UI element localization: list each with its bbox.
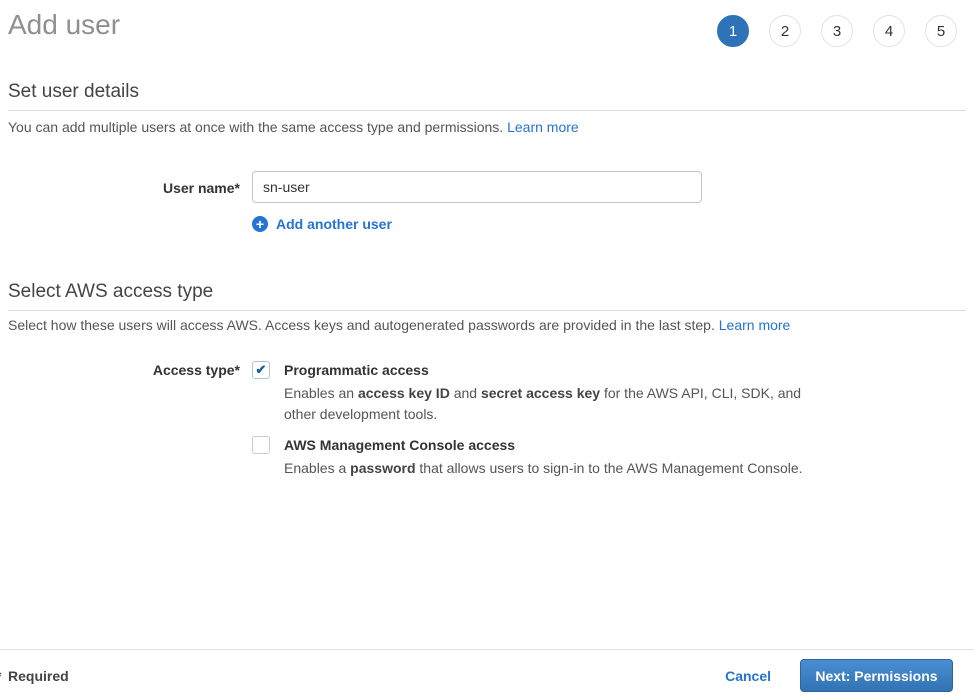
username-label: User name* [8, 180, 240, 196]
checkmark-icon: ✔ [256, 362, 267, 378]
checkbox-programmatic-access[interactable]: ✔ [252, 361, 270, 379]
step-circle-2: 2 [769, 15, 801, 47]
desc-text: that allows users to sign-in to the AWS … [416, 460, 803, 476]
add-another-user-label: Add another user [276, 216, 392, 232]
page-title: Add user [8, 9, 120, 41]
option-desc-programmatic-access: Enables an access key ID and secret acce… [284, 383, 814, 425]
required-note: Required [8, 668, 69, 684]
wizard-step-indicator: 1 2 3 4 5 [717, 15, 957, 47]
footer-divider [0, 649, 974, 650]
user-details-description: You can add multiple users at once with … [8, 120, 579, 135]
username-input[interactable] [252, 171, 702, 203]
step-circle-1: 1 [717, 15, 749, 47]
plus-icon: + [252, 216, 268, 232]
section-heading-access-type: Select AWS access type [8, 281, 966, 311]
checkbox-console-access[interactable] [252, 436, 270, 454]
desc-text: and [450, 385, 481, 401]
cancel-button[interactable]: Cancel [725, 668, 771, 684]
step-circle-5: 5 [925, 15, 957, 47]
access-type-description-text: Select how these users will access AWS. … [8, 317, 715, 333]
desc-text: Enables a [284, 460, 350, 476]
option-desc-console-access: Enables a password that allows users to … [284, 458, 844, 479]
learn-more-link-user-details[interactable]: Learn more [507, 119, 579, 135]
desc-bold: access key ID [358, 385, 450, 401]
step-circle-3: 3 [821, 15, 853, 47]
desc-bold: secret access key [481, 385, 600, 401]
access-type-label: Access type* [8, 362, 240, 378]
next-permissions-button[interactable]: Next: Permissions [800, 659, 953, 692]
desc-text: Enables an [284, 385, 358, 401]
option-title-programmatic-access: Programmatic access [284, 362, 429, 378]
step-circle-4: 4 [873, 15, 905, 47]
add-another-user-button[interactable]: + Add another user [252, 216, 392, 232]
required-asterisk: * [0, 668, 1, 684]
option-title-console-access: AWS Management Console access [284, 437, 515, 453]
access-type-description: Select how these users will access AWS. … [8, 318, 790, 333]
learn-more-link-access-type[interactable]: Learn more [719, 317, 791, 333]
desc-bold: password [350, 460, 415, 476]
user-details-description-text: You can add multiple users at once with … [8, 119, 503, 135]
section-heading-user-details: Set user details [8, 81, 966, 111]
